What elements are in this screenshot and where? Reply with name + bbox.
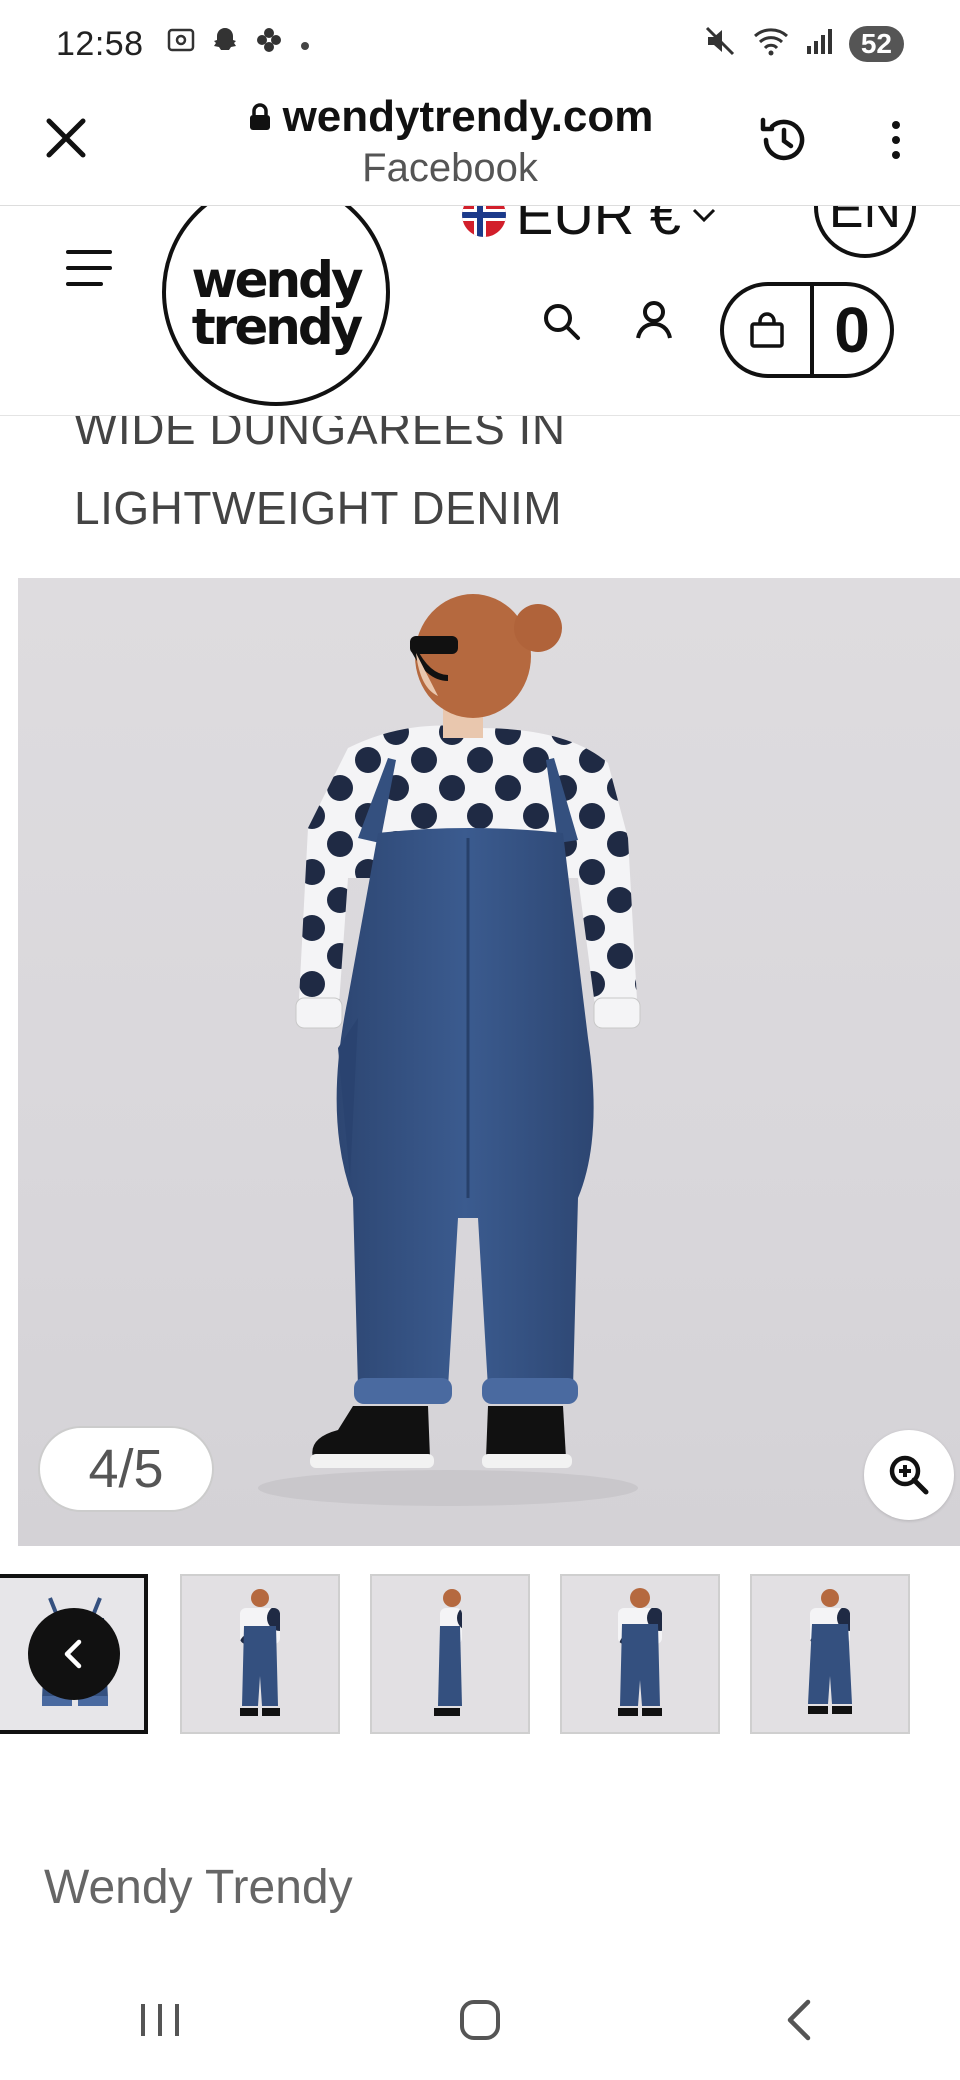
cart-count: 0 (834, 294, 870, 366)
signal-icon (805, 26, 835, 63)
product-main-image[interactable]: 4/5 (18, 578, 960, 1546)
status-bar: 12:58 52 (0, 0, 960, 88)
kebab-dot (892, 151, 900, 159)
url-text: wendytrendy.com (282, 92, 654, 141)
model-illustration (258, 594, 641, 1506)
address-bar[interactable]: wendytrendy.com Facebook (180, 88, 720, 191)
snapchat-icon (210, 25, 240, 63)
thumbnail-3[interactable] (370, 1574, 530, 1734)
back-icon (787, 1999, 811, 2041)
language-label: EN (828, 206, 902, 239)
product-title-line-2: LIGHTWEIGHT DENIM (74, 482, 563, 534)
search-icon (544, 304, 580, 340)
chevron-down-icon (692, 208, 715, 222)
thumbnail-4[interactable] (560, 1574, 720, 1734)
home-icon (460, 2000, 500, 2040)
lock-icon (249, 103, 270, 130)
product-title: WIDE DUNGAREES IN LIGHTWEIGHT DENIM (74, 416, 894, 548)
history-icon (760, 117, 805, 161)
screenshot-icon (166, 25, 196, 63)
status-right-icons: 52 (703, 24, 904, 65)
cart-button[interactable]: 0 (720, 282, 894, 378)
status-left-icons (166, 25, 312, 63)
site-header: wendy trendy EUR € EN 0 (0, 206, 960, 416)
product-title-line-1: WIDE DUNGAREES IN (74, 416, 566, 454)
wifi-icon (751, 24, 791, 65)
language-selector[interactable]: EN (814, 206, 916, 258)
search-button[interactable] (540, 300, 584, 344)
brand-name[interactable]: Wendy Trendy (44, 1860, 353, 1915)
referrer-label: Facebook (362, 146, 538, 190)
browser-toolbar: wendytrendy.com Facebook (0, 88, 960, 206)
menu-icon[interactable] (66, 250, 112, 286)
more-options-button[interactable] (876, 108, 916, 172)
currency-label: EUR € (516, 206, 681, 246)
home-button[interactable] (420, 1980, 540, 2060)
thumbnail-5[interactable] (750, 1574, 910, 1734)
user-icon (636, 301, 672, 339)
kebab-dot (892, 136, 900, 144)
product-title-area: WIDE DUNGAREES IN LIGHTWEIGHT DENIM (0, 416, 960, 576)
close-tab-button[interactable] (38, 110, 94, 166)
recent-apps-button[interactable] (100, 1980, 220, 2060)
logo-line-2: trendy (191, 298, 363, 356)
close-icon (46, 118, 86, 158)
back-button[interactable] (740, 1980, 860, 2060)
status-time: 12:58 (56, 24, 144, 63)
logo-line-1: wendy (191, 250, 363, 309)
chevron-left-icon (64, 1639, 82, 1669)
site-logo[interactable]: wendy trendy (162, 206, 390, 406)
currency-selector[interactable]: EUR € (462, 206, 717, 247)
recent-apps-icon (141, 2004, 179, 2036)
zoom-in-icon (889, 1455, 929, 1495)
shopping-bag-icon (724, 286, 814, 374)
dot-icon (298, 27, 312, 61)
account-button[interactable] (632, 298, 676, 342)
kebab-dot (892, 121, 900, 129)
zoom-button[interactable] (864, 1430, 954, 1520)
flower-icon (254, 25, 284, 63)
norway-flag-icon (462, 206, 506, 237)
system-navigation-bar (0, 1960, 960, 2080)
thumbnail-2[interactable] (180, 1574, 340, 1734)
thumbnail-strip (0, 1574, 960, 1738)
history-button[interactable] (752, 108, 816, 172)
mute-icon (703, 24, 737, 65)
battery-indicator: 52 (848, 26, 904, 62)
previous-image-button[interactable] (28, 1608, 120, 1700)
image-counter: 4/5 (38, 1426, 214, 1512)
